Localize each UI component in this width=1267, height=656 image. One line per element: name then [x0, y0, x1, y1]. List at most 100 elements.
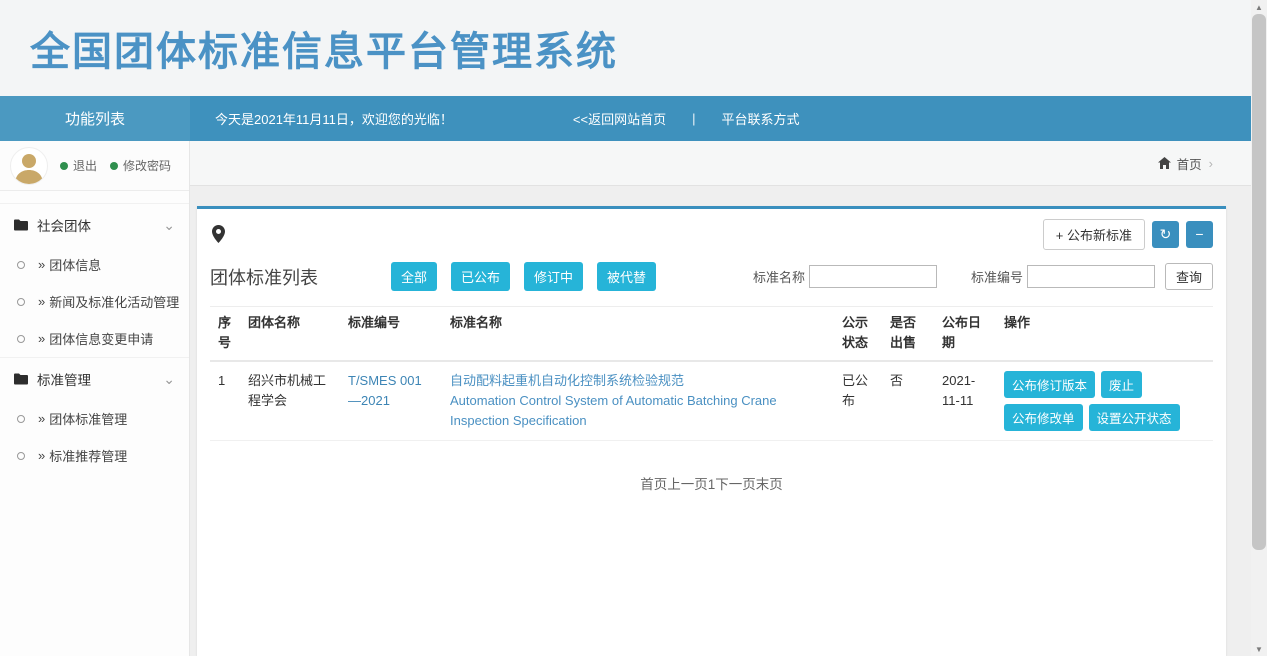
col-header-org: 团体名称: [240, 307, 340, 362]
user-links: 退出 修改密码: [60, 157, 171, 174]
col-header-name: 标准名称: [442, 307, 834, 362]
pagination-prev[interactable]: 上一页: [667, 477, 708, 492]
back-home-link[interactable]: <<返回网站首页: [573, 109, 666, 128]
panel-toolbar: + 公布新标准 ↻ −: [210, 219, 1213, 249]
logout-label: 退出: [73, 157, 97, 174]
status-filters: 全部 已公布 修订中 被代替: [391, 262, 656, 291]
sidebar-item-news-activity-mgmt[interactable]: » 新闻及标准化活动管理: [0, 283, 189, 320]
standard-list-panel: + 公布新标准 ↻ − 团体标准列表 全部 已公布 修订中 被代替: [197, 206, 1226, 656]
plus-icon: +: [1056, 228, 1064, 243]
filter-superseded-button[interactable]: 被代替: [597, 262, 656, 291]
menu-header-label: 功能列表: [65, 108, 125, 129]
cell-index: 1: [210, 361, 240, 441]
pagination-next[interactable]: 下一页: [715, 477, 756, 492]
subitem-arrow-icon: »: [38, 448, 45, 463]
col-header-status: 公示状态: [834, 307, 882, 362]
standard-name-zh-link[interactable]: 自动配料起重机自动化控制系统检验规范: [450, 371, 826, 391]
sidebar-item-standard-recommend-mgmt[interactable]: » 标准推荐管理: [0, 437, 189, 474]
col-header-publish-date: 公布日期: [934, 307, 996, 362]
refresh-icon: ↻: [1160, 226, 1172, 243]
sidebar-item-org-info-change-request[interactable]: » 团体信息变更申请: [0, 320, 189, 357]
list-header-row: 团体标准列表 全部 已公布 修订中 被代替 标准名称 标准编号 查: [210, 262, 1213, 291]
table-row: 1 绍兴市机械工程学会 T/SMES 001—2021 自动配料起重机自动化控制…: [210, 361, 1213, 441]
refresh-button[interactable]: ↻: [1152, 221, 1179, 248]
group-label: 社会团体: [37, 215, 91, 235]
standard-name-en-link[interactable]: Automation Control System of Automatic B…: [450, 391, 826, 431]
subitem-arrow-icon: »: [38, 257, 45, 272]
sidebar-item-group-standard-mgmt[interactable]: » 团体标准管理: [0, 400, 189, 437]
folder-icon: [14, 373, 28, 385]
pagination-last[interactable]: 末页: [756, 477, 783, 492]
folder-icon: [14, 219, 28, 231]
subitem-arrow-icon: »: [38, 411, 45, 426]
search-group: 标准名称 标准编号 查询: [753, 263, 1213, 290]
col-header-for-sale: 是否出售: [882, 307, 934, 362]
minus-icon: −: [1195, 226, 1203, 242]
scrollbar-thumb[interactable]: [1252, 14, 1266, 550]
sidebar-item-label: 新闻及标准化活动管理: [49, 292, 179, 311]
standard-code-link[interactable]: T/SMES 001—2021: [348, 373, 422, 408]
publish-revision-button[interactable]: 公布修订版本: [1004, 371, 1095, 398]
abolish-button[interactable]: 废止: [1101, 371, 1142, 398]
sidebar-group-standard-mgmt[interactable]: 标准管理 ⌄: [0, 357, 189, 400]
breadcrumb-arrow-icon: ›: [1209, 156, 1213, 171]
circle-o-icon: [17, 261, 25, 269]
breadcrumb-home[interactable]: 首页: [1177, 154, 1202, 173]
user-panel: 退出 修改密码: [0, 141, 189, 191]
scroll-down-arrow-icon[interactable]: ▼: [1251, 642, 1267, 656]
avatar: [10, 147, 48, 185]
filter-revising-button[interactable]: 修订中: [524, 262, 583, 291]
map-pin-icon: [212, 225, 225, 243]
cell-org: 绍兴市机械工程学会: [240, 361, 340, 441]
circle-o-icon: [17, 452, 25, 460]
filter-published-button[interactable]: 已公布: [451, 262, 510, 291]
sidebar-item-label: 标准推荐管理: [49, 446, 127, 465]
scroll-up-arrow-icon[interactable]: ▲: [1251, 0, 1267, 14]
standard-name-label: 标准名称: [753, 267, 805, 286]
query-button[interactable]: 查询: [1165, 263, 1213, 290]
sidebar-menu: 社会团体 ⌄ » 团体信息 » 新闻及标准化活动管理 » 团体信息变更申请: [0, 191, 189, 474]
chevron-down-icon: ⌄: [163, 374, 175, 384]
pagination: 首页上一页1下一页末页: [210, 473, 1213, 493]
collapse-button[interactable]: −: [1186, 221, 1213, 248]
sidebar-group-social-org[interactable]: 社会团体 ⌄: [0, 203, 189, 246]
change-password-link[interactable]: 修改密码: [110, 157, 171, 174]
sidebar-item-label: 团体信息: [49, 255, 101, 274]
body-row: 退出 修改密码 社会团体 ⌄: [0, 141, 1251, 656]
pagination-first[interactable]: 首页: [640, 477, 667, 492]
app-title: 全国团体标准信息平台管理系统: [30, 19, 618, 77]
col-header-actions: 操作: [996, 307, 1213, 362]
standard-code-input[interactable]: [1027, 265, 1155, 288]
table-header-row: 序号 团体名称 标准编号 标准名称 公示状态 是否出售 公布日期 操作: [210, 307, 1213, 362]
page: 全国团体标准信息平台管理系统 功能列表 今天是2021年11月11日，欢迎您的光…: [0, 0, 1251, 656]
status-dot-icon: [110, 162, 118, 170]
group-label: 标准管理: [37, 369, 91, 389]
main-area: 首页 › + 公布新标准 ↻ −: [190, 141, 1251, 656]
set-public-status-button[interactable]: 设置公开状态: [1089, 404, 1180, 431]
platform-contact-link[interactable]: 平台联系方式: [722, 109, 800, 128]
col-header-code: 标准编号: [340, 307, 442, 362]
col-header-index: 序号: [210, 307, 240, 362]
publish-amendment-button[interactable]: 公布修改单: [1004, 404, 1083, 431]
content: + 公布新标准 ↻ − 团体标准列表 全部 已公布 修订中 被代替: [190, 186, 1251, 656]
breadcrumb: 首页 ›: [190, 141, 1251, 186]
sidebar-item-org-info[interactable]: » 团体信息: [0, 246, 189, 283]
publish-new-label: 公布新标准: [1067, 228, 1132, 243]
sidebar-menu-header: 功能列表: [0, 96, 190, 141]
row-actions: 公布修订版本 废止 公布修改单 设置公开状态: [1004, 371, 1205, 431]
standard-name-input[interactable]: [809, 265, 937, 288]
subitem-arrow-icon: »: [38, 294, 45, 309]
change-password-label: 修改密码: [123, 157, 171, 174]
home-icon: [1158, 157, 1171, 169]
publish-new-standard-button[interactable]: + 公布新标准: [1043, 219, 1145, 250]
standard-code-label: 标准编号: [971, 267, 1023, 286]
topbar-right: 今天是2021年11月11日，欢迎您的光临！ <<返回网站首页 | 平台联系方式: [190, 96, 1251, 141]
vertical-scrollbar[interactable]: ▲ ▼: [1251, 0, 1267, 656]
toolbar-buttons: + 公布新标准 ↻ −: [1043, 219, 1213, 250]
user-avatar-icon: [11, 148, 47, 184]
cell-publish-date: 2021-11-11: [934, 361, 996, 441]
filter-all-button[interactable]: 全部: [391, 262, 437, 291]
logout-link[interactable]: 退出: [60, 157, 97, 174]
chevron-down-icon: ⌄: [163, 220, 175, 230]
circle-o-icon: [17, 335, 25, 343]
